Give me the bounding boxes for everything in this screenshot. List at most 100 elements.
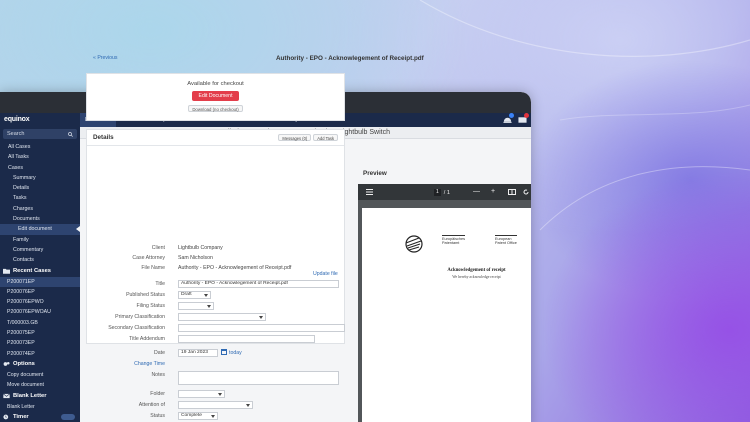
recent-case-item[interactable]: P200071EP: [0, 276, 80, 287]
primary-classification-select[interactable]: [178, 313, 266, 321]
document-subheader: « Previous Authority - EPO - Acknowlegem…: [86, 51, 531, 65]
sidebar-item-label: Documents: [13, 216, 40, 223]
sidebar-item[interactable]: Details: [0, 183, 80, 193]
edit-document-button[interactable]: Edit Document: [192, 91, 239, 101]
title-input[interactable]: Authority - EPO - Acknowlegement of Rece…: [178, 280, 339, 288]
status-select[interactable]: Complete: [178, 412, 218, 420]
folder-icon: [3, 268, 10, 274]
sidebar-item-label: Edit document: [18, 226, 52, 233]
clock-icon: [3, 414, 9, 420]
title-addendum-input[interactable]: [178, 335, 315, 343]
file-name-value: Authority - EPO - Acknowlegement of Rece…: [178, 265, 292, 271]
details-panel: Details Messages (0) Add Task: [86, 129, 345, 344]
messages-button[interactable]: Messages (0): [278, 134, 312, 141]
blank-letter-item[interactable]: Blank Letter: [0, 402, 80, 412]
sidebar: equinox Search All Cases All Tasks Cases Su…: [0, 113, 80, 422]
active-caret-icon: [76, 226, 80, 233]
options-label: Options: [13, 360, 35, 367]
sidebar-item-label: Family: [13, 236, 29, 243]
case-attorney-label: Case Attorney: [132, 255, 165, 261]
recent-case-item[interactable]: P200076EPWOAU: [0, 307, 80, 317]
previous-link[interactable]: « Previous: [93, 55, 118, 61]
primary-classification-label: Primary Classification: [115, 314, 165, 320]
gears-icon: [3, 362, 10, 367]
notes-textarea[interactable]: [178, 371, 339, 385]
attention-select[interactable]: [178, 401, 253, 409]
zoom-in-button[interactable]: +: [491, 188, 495, 195]
sidebar-item[interactable]: Documents: [0, 214, 80, 224]
date-label: Date: [154, 350, 165, 356]
date-input[interactable]: 19 Jan 2023: [178, 349, 218, 357]
sidebar-item[interactable]: Commentary: [0, 245, 80, 255]
folder-select[interactable]: [178, 390, 225, 398]
filing-status-select[interactable]: [178, 302, 214, 310]
pdf-toolbar: 1 / 1 — +: [358, 184, 531, 200]
add-task-button[interactable]: Add Task: [313, 134, 338, 141]
sidebar-item-label: Cases: [8, 164, 24, 171]
messages-badge: [524, 113, 529, 118]
notifications-icon[interactable]: [503, 113, 514, 124]
secondary-classification-input[interactable]: [178, 324, 345, 332]
sidebar-nav: All Cases All Tasks Cases Summary Details Tas…: [0, 142, 80, 266]
title-label: Title: [155, 281, 165, 287]
sidebar-item[interactable]: Charges: [0, 204, 80, 214]
recent-case-item[interactable]: P200076EP: [0, 287, 80, 297]
preview-title: Preview: [363, 170, 387, 177]
filing-status-label: Filing Status: [136, 303, 165, 309]
epo-logo-icon: [405, 235, 423, 253]
download-button[interactable]: Download (no checkout): [188, 105, 243, 112]
sidebar-item[interactable]: Cases: [0, 163, 80, 173]
sidebar-item[interactable]: Family: [0, 235, 80, 245]
checkout-panel: Available for checkout Edit Document Dow…: [86, 73, 345, 121]
sidebar-item-label: All Cases: [8, 144, 31, 150]
chevron-down-icon: [259, 316, 263, 319]
menu-icon[interactable]: [366, 189, 373, 195]
published-status-select[interactable]: Draft: [178, 291, 211, 299]
details-header: Details Messages (0) Add Task: [87, 130, 344, 146]
sidebar-item[interactable]: Contacts: [0, 255, 80, 265]
sidebar-item-label: Summary: [13, 174, 36, 181]
epo-name-german: Europäisches Patentamt: [442, 235, 466, 245]
timer-heading[interactable]: Timer: [0, 412, 80, 422]
sidebar-item[interactable]: All Tasks: [0, 152, 80, 162]
options-heading: Options: [0, 359, 80, 370]
timer-toggle[interactable]: [61, 414, 75, 421]
sidebar-item[interactable]: All Cases: [0, 142, 80, 152]
option-item[interactable]: Move document: [0, 380, 80, 390]
blank-letter-label: Blank Letter: [13, 392, 47, 399]
sidebar-item-label: Charges: [13, 205, 34, 212]
doc-subheading: We hereby acknowledge receipt: [452, 275, 501, 279]
search-placeholder: Search: [7, 131, 25, 137]
page-number-input[interactable]: 1: [434, 189, 441, 196]
case-attorney-value: Sam Nicholson: [178, 255, 213, 261]
title-addendum-label: Title Addendum: [129, 336, 165, 342]
client-value: Lightbulb Company: [178, 245, 223, 251]
recent-case-item[interactable]: T/000003.GB: [0, 318, 80, 328]
sidebar-item[interactable]: Edit document: [0, 224, 80, 235]
document-title: Authority - EPO - Acknowlegement of Rece…: [276, 54, 424, 62]
recent-case-item[interactable]: P200076EPWO: [0, 297, 80, 307]
notes-label: Notes: [151, 372, 165, 378]
recent-case-item[interactable]: P200073EP: [0, 338, 80, 348]
search-input[interactable]: Search: [3, 129, 77, 139]
recent-case-item[interactable]: P200074EP: [0, 349, 80, 359]
rotate-icon[interactable]: [523, 189, 529, 195]
client-label: Client: [151, 245, 165, 251]
attention-label: Attention of: [138, 402, 165, 408]
brand-logo: equinox: [4, 116, 30, 123]
messages-icon[interactable]: [518, 113, 529, 124]
option-item[interactable]: Copy document: [0, 370, 80, 380]
update-file-link[interactable]: Update file: [313, 271, 338, 277]
zoom-out-button[interactable]: —: [473, 188, 480, 195]
change-time-link[interactable]: Change Time: [134, 361, 165, 367]
sidebar-item[interactable]: Summary: [0, 173, 80, 183]
secondary-classification-label: Secondary Classification: [108, 325, 165, 331]
calendar-icon[interactable]: [221, 349, 227, 355]
today-link[interactable]: today: [229, 350, 242, 356]
published-status-label: Published Status: [126, 292, 165, 298]
status-label: Status: [150, 413, 165, 419]
recent-case-item[interactable]: P200075EP: [0, 328, 80, 338]
sidebar-item[interactable]: Tasks: [0, 193, 80, 203]
fit-page-icon[interactable]: [508, 189, 516, 195]
pdf-page: Europäisches Patentamt European Patent O…: [362, 208, 531, 422]
